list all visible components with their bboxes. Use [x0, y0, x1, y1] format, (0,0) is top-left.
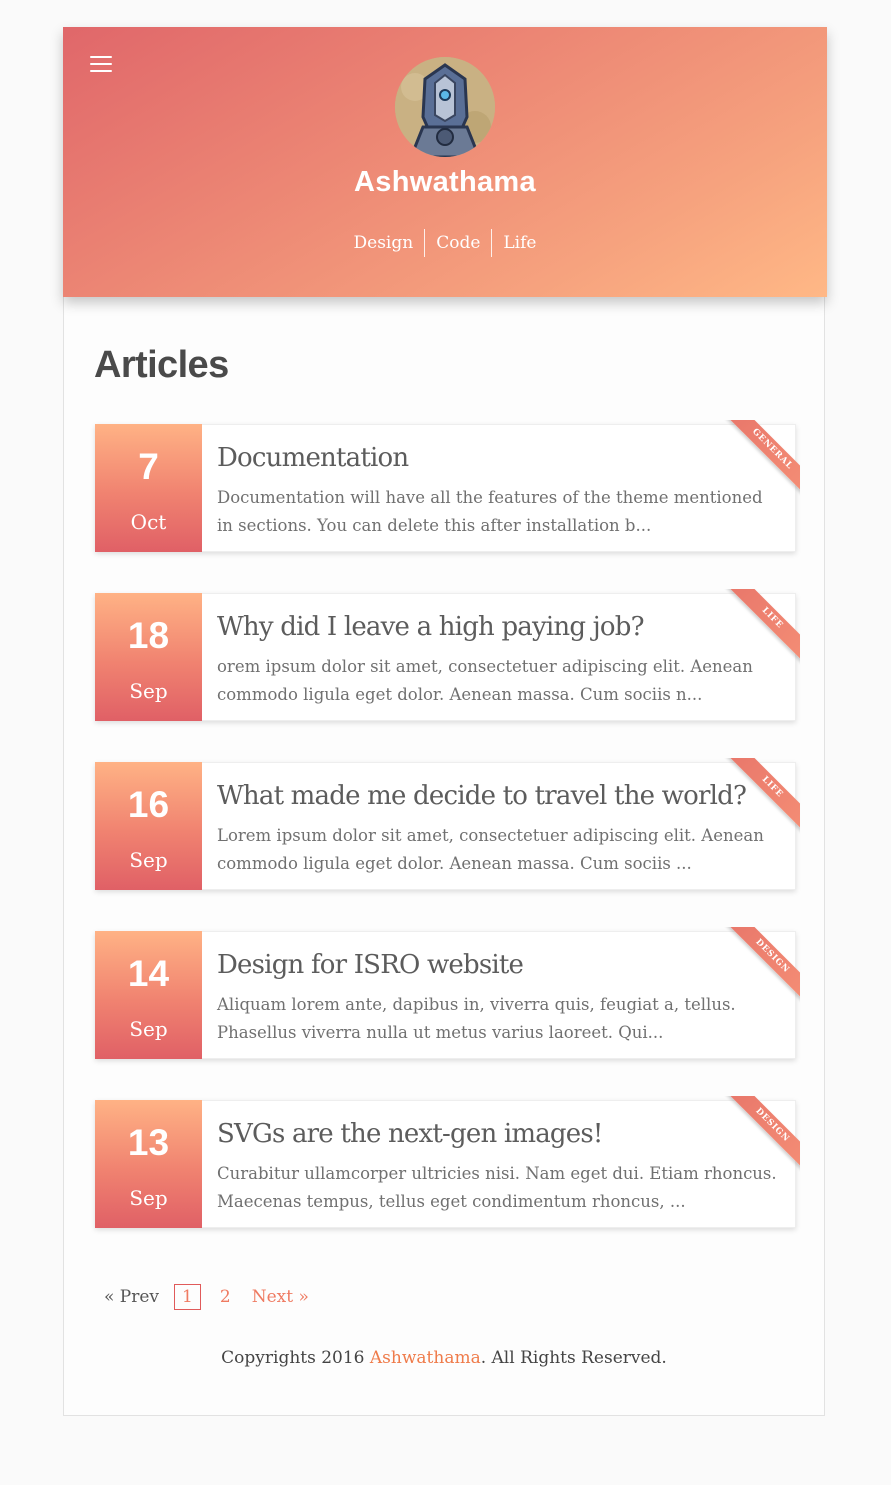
- article-date: 13 Sep: [95, 1100, 202, 1228]
- article-date: 7 Oct: [95, 424, 202, 552]
- category-ribbon: General: [720, 420, 800, 500]
- hamburger-menu-icon[interactable]: [90, 56, 112, 74]
- article-title[interactable]: SVGs are the next-gen images!: [217, 1119, 775, 1149]
- article-date: 18 Sep: [95, 593, 202, 721]
- article-excerpt: orem ipsum dolor sit amet, consectetuer …: [217, 657, 753, 704]
- article-card[interactable]: 7 Oct Documentation Documentation will h…: [95, 420, 800, 552]
- footer-copyright-suffix: . All Rights Reserved.: [480, 1348, 667, 1368]
- article-day: 16: [127, 784, 170, 825]
- article-day: 13: [127, 1122, 170, 1163]
- article-card[interactable]: 18 Sep Why did I leave a high paying job…: [95, 589, 800, 721]
- site-title[interactable]: Ashwathama: [63, 166, 827, 199]
- article-month: Sep: [129, 1186, 168, 1210]
- category-ribbon-label[interactable]: Life: [723, 758, 800, 836]
- category-ribbon-label[interactable]: General: [723, 420, 800, 498]
- article-month: Sep: [129, 1017, 168, 1041]
- nav-item-code[interactable]: Code: [425, 229, 491, 257]
- nav-item-design[interactable]: Design: [343, 229, 425, 257]
- page-title: Articles: [94, 344, 229, 386]
- pagination: « Prev 1 2 Next »: [104, 1284, 309, 1310]
- article-excerpt: Lorem ipsum dolor sit amet, consectetuer…: [217, 826, 764, 873]
- article-card[interactable]: 16 Sep What made me decide to travel the…: [95, 758, 800, 890]
- category-ribbon-label[interactable]: Life: [723, 589, 800, 667]
- article-date: 14 Sep: [95, 931, 202, 1059]
- article-card[interactable]: 13 Sep SVGs are the next-gen images! Cur…: [95, 1096, 800, 1228]
- page-link[interactable]: 2: [213, 1285, 238, 1309]
- page-container: Ashwathama Design Code Life Articles 7 O…: [63, 27, 827, 1416]
- article-card[interactable]: 14 Sep Design for ISRO website Aliquam l…: [95, 927, 800, 1059]
- article-excerpt: Aliquam lorem ante, dapibus in, viverra …: [217, 995, 736, 1042]
- article-month: Sep: [129, 679, 168, 703]
- article-title[interactable]: Documentation: [217, 443, 775, 473]
- footer-copyright-prefix: Copyrights 2016: [221, 1348, 370, 1368]
- article-excerpt: Documentation will have all the features…: [217, 488, 763, 535]
- category-ribbon: Life: [720, 589, 800, 669]
- next-page-link[interactable]: Next »: [252, 1287, 309, 1307]
- header-nav: Design Code Life: [63, 229, 827, 257]
- category-ribbon: Design: [720, 1096, 800, 1176]
- footer-brand-link[interactable]: Ashwathama: [370, 1348, 481, 1368]
- category-ribbon-label[interactable]: Design: [723, 927, 800, 1005]
- nav-item-life[interactable]: Life: [492, 229, 547, 257]
- article-excerpt: Curabitur ullamcorper ultricies nisi. Na…: [217, 1164, 777, 1211]
- article-month: Oct: [130, 510, 167, 534]
- article-title[interactable]: Design for ISRO website: [217, 950, 775, 980]
- article-day: 18: [127, 615, 170, 656]
- article-month: Sep: [129, 848, 168, 872]
- page-link-current[interactable]: 1: [174, 1284, 201, 1310]
- prev-page-link: « Prev: [104, 1287, 160, 1307]
- site-header: Ashwathama Design Code Life: [63, 27, 827, 297]
- article-day: 7: [138, 446, 159, 487]
- footer: Copyrights 2016 Ashwathama. All Rights R…: [64, 1348, 824, 1368]
- avatar[interactable]: [395, 57, 495, 157]
- category-ribbon-label[interactable]: Design: [723, 1096, 800, 1174]
- article-title[interactable]: What made me decide to travel the world?: [217, 781, 775, 811]
- article-title[interactable]: Why did I leave a high paying job?: [217, 612, 775, 642]
- category-ribbon: Life: [720, 758, 800, 838]
- category-ribbon: Design: [720, 927, 800, 1007]
- article-day: 14: [127, 953, 170, 994]
- article-date: 16 Sep: [95, 762, 202, 890]
